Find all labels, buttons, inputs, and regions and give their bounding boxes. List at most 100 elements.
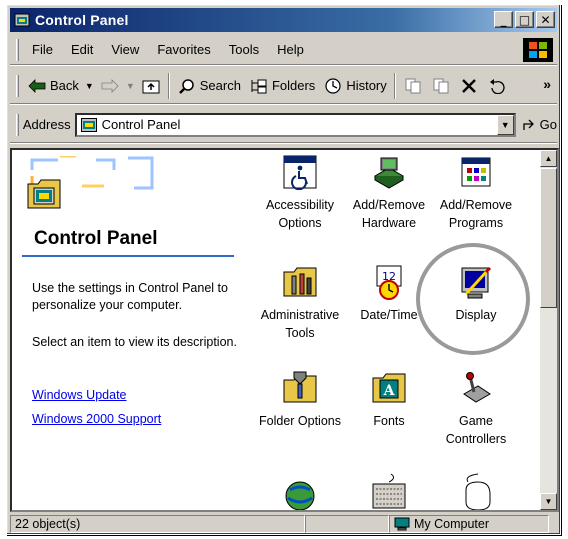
scroll-thumb[interactable]: [540, 168, 557, 308]
title-bar[interactable]: Control Panel _ □ ✕: [10, 8, 557, 32]
standard-toolbar: Back ▼ ▼ Search Folders History »: [10, 68, 557, 104]
toolbar-separator: [393, 72, 396, 99]
search-label: Search: [199, 78, 241, 93]
control-panel-window: Control Panel _ □ ✕ File Edit View Favor…: [6, 4, 561, 535]
go-arrow-icon: [523, 119, 534, 130]
back-button[interactable]: Back: [23, 72, 83, 100]
item-label: Fonts: [373, 414, 405, 428]
status-zone: My Computer: [389, 515, 549, 533]
move-to-icon: [403, 76, 423, 96]
folder-view: Control Panel Use the settings in Contro…: [10, 148, 559, 512]
back-arrow-icon: [27, 76, 47, 96]
go-label: Go: [539, 117, 557, 132]
programs-icon: [461, 157, 491, 187]
item-label: Accessibility Options: [265, 198, 335, 230]
status-zone-label: My Computer: [414, 517, 490, 531]
item-label: Administrative Tools: [260, 308, 340, 340]
pane-description: Use the settings in Control Panel to per…: [32, 281, 228, 312]
item-fonts[interactable]: A Fonts: [345, 370, 433, 430]
item-add-remove-programs[interactable]: Add/Remove Programs: [432, 154, 520, 232]
item-administrative-tools[interactable]: Administrative Tools: [256, 264, 344, 342]
item-add-remove-hardware[interactable]: Add/Remove Hardware: [345, 154, 433, 232]
windows-2000-support-link[interactable]: Windows 2000 Support: [32, 412, 161, 426]
menu-edit[interactable]: Edit: [62, 35, 102, 65]
hardware-icon: [373, 157, 405, 189]
item-game-controllers[interactable]: Game Controllers: [432, 370, 520, 448]
status-bar: 22 object(s) My Computer: [10, 515, 557, 533]
menu-view[interactable]: View: [102, 35, 148, 65]
folders-button[interactable]: Folders: [245, 72, 319, 100]
undo-button[interactable]: [483, 72, 511, 100]
web-view-pane: Control Panel Use the settings in Contro…: [12, 150, 242, 510]
history-label: History: [346, 78, 387, 93]
pane-title-rule: [22, 255, 234, 257]
folder-options-icon: [283, 371, 317, 403]
control-panel-icon: [14, 13, 30, 27]
toolbar-grip[interactable]: [16, 74, 19, 97]
history-icon: [323, 76, 343, 96]
menu-tools[interactable]: Tools: [220, 35, 268, 65]
mouse-icon[interactable]: [458, 472, 498, 512]
my-computer-icon: [394, 517, 410, 531]
display-highlight-circle: [416, 243, 530, 355]
back-dropdown[interactable]: ▼: [83, 72, 96, 100]
search-button[interactable]: Search: [173, 72, 245, 100]
toolbar-overflow-chevron[interactable]: »: [543, 76, 551, 92]
fonts-icon: A: [372, 373, 406, 403]
windows-update-link[interactable]: Windows Update: [32, 388, 127, 402]
close-button[interactable]: ✕: [536, 11, 555, 28]
undo-icon: [487, 76, 507, 96]
toolbar-separator: [167, 72, 170, 99]
menu-help[interactable]: Help: [268, 35, 313, 65]
vertical-scrollbar[interactable]: ▲ ▼: [540, 150, 557, 510]
go-button[interactable]: Go: [522, 117, 557, 132]
address-bar: Address Control Panel ▼ Go: [10, 107, 557, 143]
forward-button[interactable]: [96, 72, 124, 100]
accessibility-icon: [283, 155, 317, 190]
move-to-button[interactable]: [399, 72, 427, 100]
address-value: Control Panel: [101, 117, 181, 132]
delete-button[interactable]: [455, 72, 483, 100]
copy-to-icon: [431, 76, 451, 96]
admin-tools-icon: [283, 267, 317, 297]
control-panel-icon: [80, 117, 97, 132]
copy-to-button[interactable]: [427, 72, 455, 100]
scroll-up-button[interactable]: ▲: [540, 150, 557, 167]
item-label: Add/Remove Hardware: [352, 198, 426, 230]
minimize-button[interactable]: _: [494, 11, 513, 28]
pane-title: Control Panel: [34, 228, 158, 249]
item-folder-options[interactable]: Folder Options: [256, 370, 344, 430]
folders-icon: [249, 76, 269, 96]
control-panel-large-icon: [27, 179, 61, 209]
scroll-down-button[interactable]: ▼: [540, 493, 557, 510]
item-label: Game Controllers: [445, 414, 507, 446]
address-grip[interactable]: [16, 113, 19, 136]
address-label: Address: [22, 117, 71, 132]
windows-logo-icon: [523, 38, 553, 62]
calendar-clock-icon: 12: [376, 265, 402, 300]
forward-arrow-icon: [100, 76, 120, 96]
item-accessibility-options[interactable]: Accessibility Options: [256, 154, 344, 232]
address-dropdown-button[interactable]: ▼: [496, 114, 514, 135]
search-icon: [177, 76, 197, 96]
up-folder-icon: [141, 76, 161, 96]
status-spacer: [305, 515, 389, 533]
item-label: Add/Remove Programs: [439, 198, 513, 230]
joystick-icon: [463, 372, 491, 403]
menu-grip[interactable]: [16, 38, 19, 61]
up-folder-button[interactable]: [137, 72, 165, 100]
delete-x-icon: [459, 76, 479, 96]
svg-text:A: A: [383, 383, 396, 399]
forward-dropdown[interactable]: ▼: [124, 72, 137, 100]
menu-file[interactable]: File: [23, 35, 62, 65]
maximize-button[interactable]: □: [515, 11, 534, 28]
menu-favorites[interactable]: Favorites: [148, 35, 219, 65]
back-label: Back: [50, 78, 79, 93]
folders-label: Folders: [271, 78, 316, 93]
window-title: Control Panel: [35, 12, 129, 28]
item-label: Folder Options: [259, 414, 341, 428]
history-button[interactable]: History: [319, 72, 390, 100]
internet-options-icon[interactable]: [282, 476, 318, 512]
address-input[interactable]: Control Panel ▼: [74, 112, 516, 137]
keyboard-icon[interactable]: [369, 472, 409, 512]
